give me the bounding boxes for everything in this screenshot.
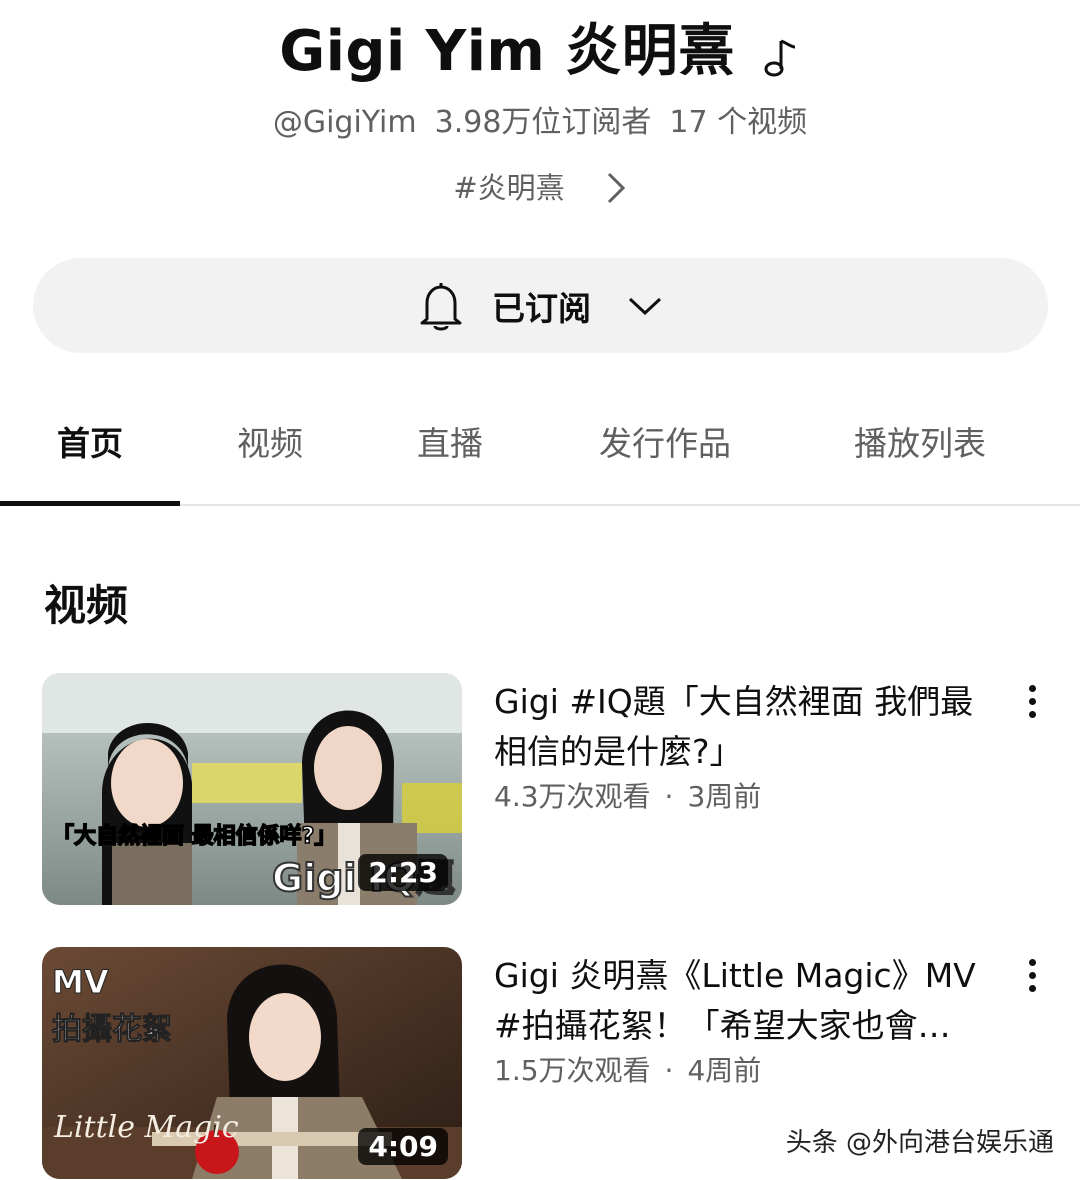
chevron-right-icon: [607, 172, 625, 204]
kebab-dot-icon: [1028, 710, 1036, 718]
channel-name: Gigi Yim 炎明熹: [279, 19, 735, 84]
more-options-button[interactable]: [1012, 677, 1052, 725]
video-count: 17 个视频: [669, 105, 808, 140]
upload-age: 4周前: [687, 1054, 762, 1087]
section-title: 视频: [44, 581, 129, 630]
video-meta: 1.5万次观看 · 4周前: [494, 1049, 761, 1093]
meta-separator: ·: [664, 1054, 674, 1087]
tab-home[interactable]: 首页: [0, 400, 180, 504]
more-options-button[interactable]: [1012, 951, 1052, 999]
thumbnail-caption-bts: 拍攝花絮: [52, 1012, 172, 1047]
kebab-dot-icon: [1028, 984, 1036, 992]
tab-releases[interactable]: 发行作品: [560, 400, 770, 504]
video-item[interactable]: 「大自然裡面 最相信係咩?」 Gigi IQ題 2:23 Gigi #IQ題「大…: [42, 673, 1052, 905]
video-title[interactable]: Gigi #IQ題「大自然裡面 我們最相信的是什麼?」: [494, 677, 994, 777]
subscribed-label: 已订阅: [492, 288, 591, 328]
video-duration: 2:23: [358, 854, 448, 891]
upload-age: 3周前: [687, 780, 762, 813]
kebab-dot-icon: [1028, 684, 1036, 692]
subscribed-button[interactable]: 已订阅: [33, 258, 1048, 353]
thumbnail-caption: 「大自然裡面 最相信係咩?」: [52, 823, 336, 849]
channel-page: Gigi Yim 炎明熹 @GigiYim 3.98万位订阅者 17 个视频 #…: [0, 0, 1080, 1180]
tab-videos[interactable]: 视频: [180, 400, 360, 504]
channel-hashtag[interactable]: #炎明熹: [453, 166, 564, 210]
tab-playlists[interactable]: 播放列表: [810, 400, 1030, 504]
kebab-dot-icon: [1028, 958, 1036, 966]
video-meta: 4.3万次观看 · 3周前: [494, 775, 761, 819]
meta-separator: ·: [664, 780, 674, 813]
kebab-dot-icon: [1028, 971, 1036, 979]
active-tab-indicator: [0, 501, 180, 506]
view-count: 1.5万次观看: [494, 1054, 651, 1087]
bell-icon: [420, 282, 462, 330]
thumbnail-caption-mv: MV: [52, 963, 109, 1001]
channel-meta: @GigiYim 3.98万位订阅者 17 个视频: [0, 100, 1080, 146]
video-thumbnail[interactable]: MV 拍攝花絮 Little Magic 4:09: [42, 947, 462, 1179]
channel-hashtag-link[interactable]: #炎明熹: [0, 166, 1080, 210]
channel-header: Gigi Yim 炎明熹: [0, 12, 1080, 92]
watermark: 头条 @外向港台娱乐通: [785, 1128, 1054, 1158]
subscriber-count: 3.98万位订阅者: [434, 105, 652, 140]
video-title[interactable]: Gigi 炎明熹《Little Magic》MV #拍攝花絮！「希望大家也會…: [494, 951, 994, 1051]
music-note-icon: [764, 39, 795, 77]
kebab-dot-icon: [1028, 697, 1036, 705]
video-thumbnail[interactable]: 「大自然裡面 最相信係咩?」 Gigi IQ題 2:23: [42, 673, 462, 905]
channel-tabs: 首页 视频 直播 发行作品 播放列表: [0, 400, 1080, 506]
video-duration: 4:09: [358, 1128, 448, 1165]
thumbnail-logo: Little Magic: [53, 1110, 239, 1145]
view-count: 4.3万次观看: [494, 780, 651, 813]
tab-live[interactable]: 直播: [360, 400, 540, 504]
channel-handle: @GigiYim: [272, 105, 417, 140]
chevron-down-icon: [628, 297, 662, 315]
